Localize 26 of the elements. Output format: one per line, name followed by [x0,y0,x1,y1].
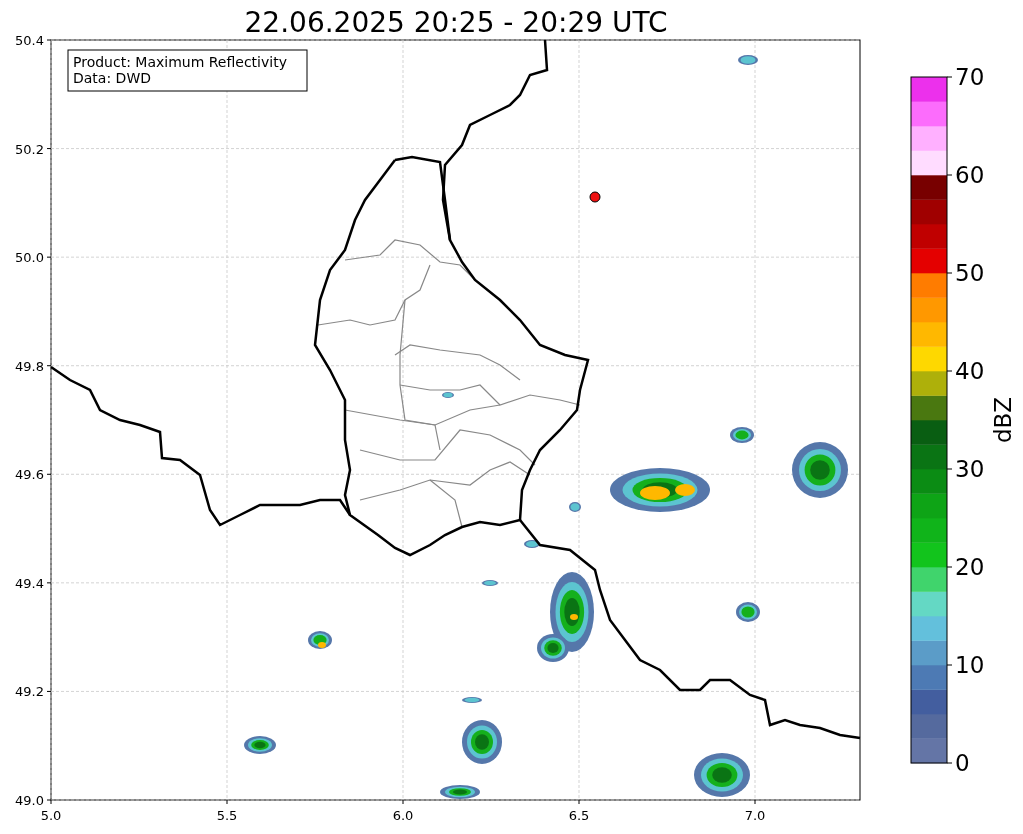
y-tick-label: 49.2 [15,684,44,700]
y-tick-label: 49.0 [15,793,44,808]
y-tick-label: 49.4 [15,575,44,591]
y-tick-label: 50.4 [15,33,44,48]
y-tick-label: 49.8 [15,358,44,374]
colorbar-label: dBZ [990,396,1016,444]
location-marker [589,191,601,203]
colorbar-tick-label: 10 [955,652,985,678]
colorbar-tick-label: 70 [955,64,985,90]
colorbar-tick-label: 40 [955,358,985,384]
colorbar-tick-label: 60 [955,162,985,188]
y-tick-label: 50.2 [15,141,44,157]
x-tick-label: 6.5 [568,808,590,823]
y-tick-label: 49.6 [15,467,44,483]
x-tick-label: 6.0 [392,808,414,823]
x-tick-label: 5.5 [216,808,238,823]
colorbar-tick-label: 0 [955,750,970,776]
colorbar-tick-label: 20 [955,554,985,580]
legend-text: Product: Maximum Reflectivity [73,54,287,70]
colorbar-tick-label: 50 [955,260,985,286]
y-tick-label: 50.0 [15,250,44,266]
chart-title: 22.06.2025 20:25 - 20:29 UTC [244,6,668,39]
x-tick-label: 5.0 [40,808,62,823]
legend-text: Data: DWD [73,70,151,86]
colorbar-tick-label: 30 [955,456,985,482]
x-tick-label: 7.0 [744,808,766,823]
